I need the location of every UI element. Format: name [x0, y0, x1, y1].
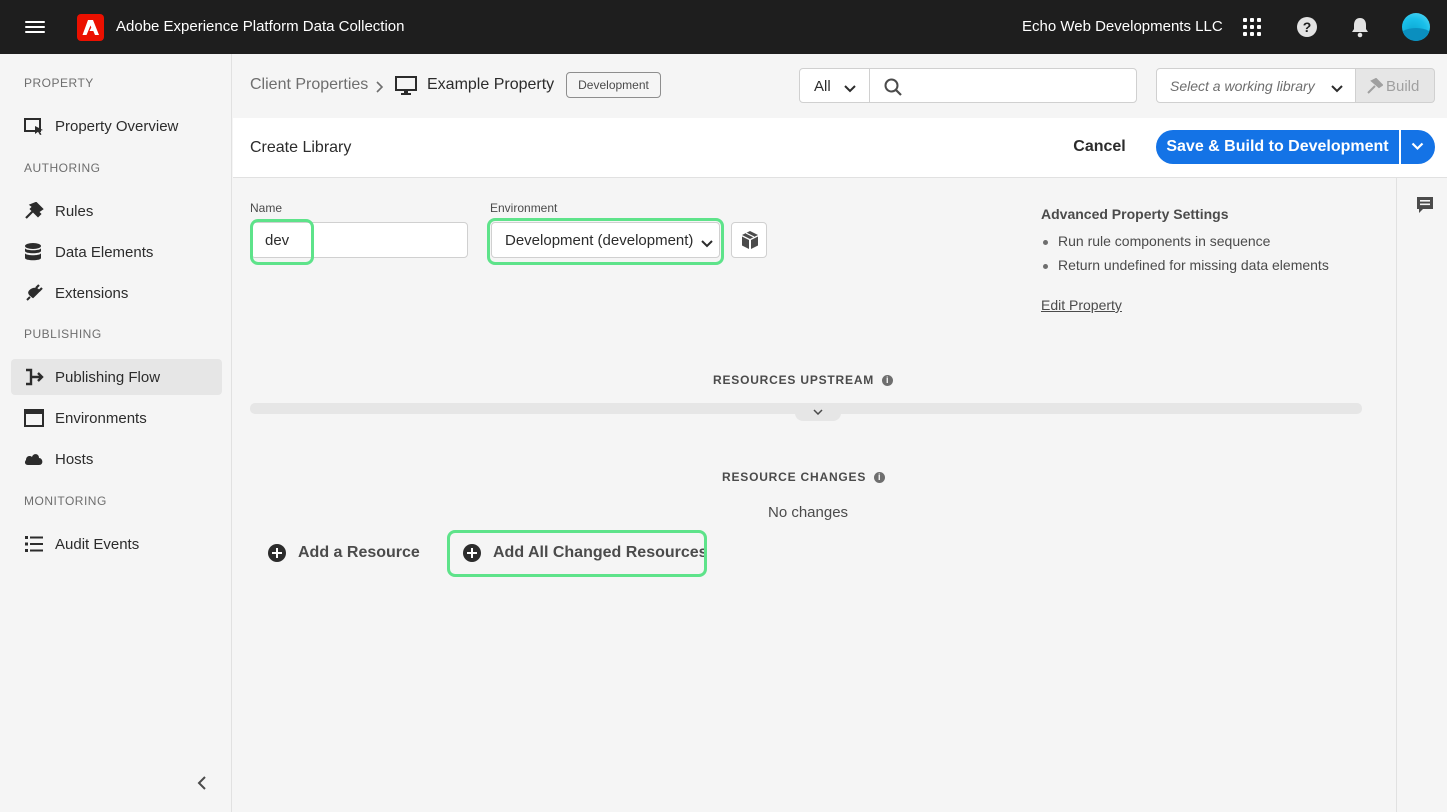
sidebar-section-monitoring: MONITORING [24, 494, 107, 508]
sidebar-item-rules[interactable]: Rules [11, 193, 222, 229]
rules-icon [24, 201, 46, 221]
build-button[interactable]: Build [1356, 68, 1435, 103]
add-all-changed-highlight [447, 530, 707, 577]
collapse-sidebar-chevron-icon[interactable] [197, 775, 207, 796]
page-title: Create Library [250, 139, 352, 156]
sidebar-item-label: Property Overview [55, 117, 179, 135]
chevron-down-icon [844, 80, 856, 97]
build-label: Build [1386, 78, 1420, 95]
name-label: Name [250, 201, 283, 215]
adobe-logo-icon[interactable] [77, 14, 104, 41]
working-library-placeholder: Select a working library [1170, 78, 1315, 94]
expand-upstream-toggle[interactable] [795, 405, 841, 421]
save-options-dropdown-button[interactable] [1401, 130, 1435, 164]
sidebar-item-label: Rules [55, 202, 94, 220]
window-icon [24, 408, 46, 428]
sidebar-section-property: PROPERTY [24, 76, 94, 90]
sidebar-item-label: Audit Events [55, 535, 140, 553]
sidebar-section-publishing: PUBLISHING [24, 327, 102, 341]
sidebar-item-property-overview[interactable]: Property Overview [11, 108, 222, 144]
search-field[interactable] [869, 68, 1137, 103]
cloud-icon [24, 449, 46, 469]
breadcrumb-current-property: Example Property [427, 76, 555, 93]
help-icon[interactable]: ? [1297, 17, 1317, 37]
environment-highlight [487, 218, 724, 265]
advanced-setting-item: Return undefined for missing data elemen… [1043, 257, 1329, 273]
org-switcher[interactable]: Echo Web Developments LLC [1022, 18, 1223, 35]
chevron-down-icon [813, 409, 823, 415]
search-icon [884, 78, 902, 96]
property-overview-icon [24, 116, 46, 136]
search-input[interactable] [914, 74, 1129, 98]
sidebar-item-label: Environments [55, 409, 147, 427]
working-library-select[interactable]: Select a working library [1156, 68, 1356, 103]
app-title[interactable]: Adobe Experience Platform Data Collectio… [116, 18, 405, 35]
save-and-build-button[interactable]: Save & Build to Development [1156, 130, 1399, 164]
environment-badge: Development [566, 72, 661, 98]
publishing-flow-icon [24, 367, 46, 387]
search-filter-select[interactable]: All [799, 68, 870, 103]
sidebar-item-extensions[interactable]: Extensions [11, 275, 222, 311]
sidebar-item-hosts[interactable]: Hosts [11, 441, 222, 477]
package-icon [742, 231, 758, 249]
sidebar-item-label: Extensions [55, 284, 129, 302]
breadcrumb-client-properties[interactable]: Client Properties [250, 76, 368, 94]
add-resource-label: Add a Resource [298, 544, 420, 561]
search-filter-value: All [814, 78, 831, 95]
chevron-down-icon [1331, 80, 1343, 96]
resource-changes-label: RESOURCE CHANGES [722, 470, 867, 484]
sidebar-item-audit-events[interactable]: Audit Events [11, 526, 222, 562]
sidebar-item-data-elements[interactable]: Data Elements [11, 234, 222, 270]
no-changes-text: No changes [768, 504, 849, 521]
sidebar-item-label: Data Elements [55, 243, 154, 261]
info-icon[interactable]: i [882, 375, 894, 386]
monitor-icon [395, 76, 417, 101]
sidebar-section-authoring: AUTHORING [24, 161, 101, 175]
sidebar-item-label: Hosts [55, 450, 94, 468]
sidebar-item-label: Publishing Flow [55, 368, 161, 386]
sidebar-item-publishing-flow[interactable]: Publishing Flow [11, 359, 222, 395]
info-icon[interactable]: i [874, 472, 886, 483]
plus-circle-icon [268, 544, 286, 562]
apps-grid-icon[interactable] [1243, 18, 1262, 37]
user-avatar[interactable] [1402, 13, 1430, 41]
sidebar-item-environments[interactable]: Environments [11, 400, 222, 436]
right-rail [1396, 178, 1447, 812]
top-bar: Adobe Experience Platform Data Collectio… [0, 0, 1447, 54]
resources-upstream-heading: RESOURCES UPSTREAM i [713, 373, 894, 387]
environment-label: Environment [490, 201, 558, 215]
comment-icon[interactable] [1416, 196, 1434, 219]
notifications-bell-icon[interactable] [1350, 16, 1370, 43]
hamburger-menu-icon[interactable] [25, 18, 45, 36]
breadcrumb-separator-icon [375, 76, 385, 100]
edit-property-link[interactable]: Edit Property [1041, 297, 1122, 313]
advanced-settings-title: Advanced Property Settings [1041, 206, 1229, 222]
advanced-setting-item: Run rule components in sequence [1042, 233, 1271, 249]
install-instructions-button[interactable] [731, 222, 767, 258]
plug-icon [24, 283, 46, 303]
hammer-icon [1367, 78, 1383, 94]
cancel-button[interactable]: Cancel [1062, 130, 1137, 164]
name-highlight [250, 219, 314, 265]
list-icon [24, 534, 46, 554]
database-icon [24, 242, 46, 262]
add-resource-button[interactable]: Add a Resource [268, 544, 420, 562]
chevron-down-icon [1411, 142, 1424, 151]
resource-changes-heading: RESOURCE CHANGES i [722, 470, 886, 484]
resources-upstream-label: RESOURCES UPSTREAM [713, 373, 875, 387]
